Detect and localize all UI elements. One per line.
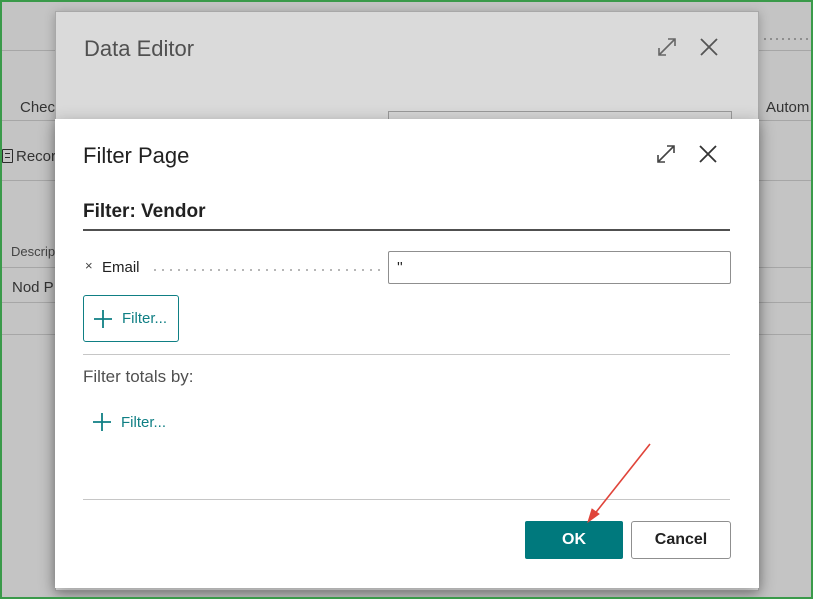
filter-totals-label: Filter totals by: (83, 367, 194, 386)
add-filter-button[interactable]: Filter... (83, 295, 179, 342)
footer-divider (83, 499, 730, 500)
bg-divider (759, 50, 811, 51)
remove-filter-icon[interactable]: × (85, 258, 93, 273)
bg-tab-automate: Autom (766, 99, 810, 116)
bg-divider (2, 120, 55, 121)
close-icon[interactable] (696, 34, 722, 60)
ok-button[interactable]: OK (525, 521, 623, 559)
expand-icon[interactable] (653, 141, 679, 167)
bg-tab-check: Chec (20, 99, 56, 116)
email-filter-input[interactable] (388, 251, 731, 284)
bg-divider (2, 334, 55, 335)
filter-page-dialog: Filter Page Filter: Vendor × Email Filte… (55, 119, 759, 588)
add-totals-filter-label: Filter... (121, 413, 167, 431)
filter-field-label: Email (102, 259, 140, 276)
bg-action-record: Recor (16, 148, 57, 165)
filter-table-heading: Filter: Vendor (83, 201, 206, 222)
bg-divider (2, 50, 55, 51)
bg-column-description: Descrip (11, 244, 56, 259)
bg-divider (759, 334, 811, 335)
cancel-button[interactable]: Cancel (631, 521, 731, 559)
close-icon[interactable] (695, 141, 721, 167)
bg-divider (759, 267, 811, 268)
bg-divider (2, 180, 55, 181)
dotted-leader (151, 269, 383, 271)
plus-icon (94, 309, 112, 328)
bg-divider (759, 120, 811, 121)
bg-dotted-line (762, 38, 811, 40)
plus-icon (93, 413, 111, 431)
filter-row-email: × Email (83, 251, 731, 285)
record-icon (2, 149, 13, 163)
bg-row-cell: Nod P (12, 279, 54, 296)
bg-divider (759, 180, 811, 181)
filter-page-title: Filter Page (83, 143, 190, 168)
add-filter-label: Filter... (122, 310, 168, 327)
bg-divider (759, 302, 811, 303)
heading-divider (83, 229, 730, 231)
bg-divider (2, 267, 55, 268)
section-divider (83, 354, 730, 355)
bg-divider (2, 302, 55, 303)
data-editor-title: Data Editor (84, 36, 195, 61)
add-totals-filter-link[interactable]: Filter... (83, 409, 166, 435)
expand-icon[interactable] (654, 34, 680, 60)
